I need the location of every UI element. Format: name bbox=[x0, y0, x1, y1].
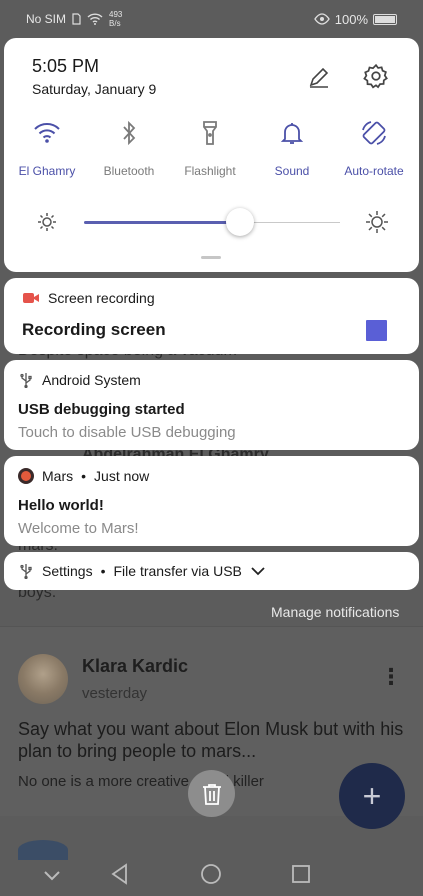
net-speed-value: 493 bbox=[109, 10, 123, 19]
video-camera-icon bbox=[23, 293, 39, 303]
usb-icon bbox=[20, 564, 32, 579]
notification-app-name: Android System bbox=[42, 372, 141, 388]
notification-title: Hello world! bbox=[18, 497, 104, 514]
bluetooth-icon bbox=[123, 120, 136, 146]
tile-label: Sound bbox=[274, 164, 310, 178]
battery-percent: 100% bbox=[334, 11, 368, 27]
wifi-icon bbox=[34, 123, 60, 143]
home-icon[interactable] bbox=[199, 862, 223, 886]
more-options-icon[interactable]: ⋮ bbox=[380, 664, 402, 690]
rotate-icon bbox=[362, 121, 386, 145]
notification-app-name: Screen recording bbox=[48, 290, 155, 306]
clock-date[interactable]: Saturday, January 9 bbox=[32, 81, 156, 97]
notification-title: Recording screen bbox=[22, 320, 166, 339]
sim-card-icon bbox=[72, 13, 81, 25]
notification-detail: File transfer via USB bbox=[113, 563, 242, 579]
gear-icon[interactable] bbox=[363, 63, 389, 89]
tile-bluetooth[interactable]: Bluetooth bbox=[89, 118, 169, 178]
notification-settings[interactable]: Settings • File transfer via USB bbox=[4, 552, 419, 590]
drag-handle[interactable] bbox=[201, 256, 221, 259]
plus-icon: + bbox=[362, 777, 382, 814]
notification-mars[interactable]: Mars • Just now Hello world! Welcome to … bbox=[4, 456, 419, 546]
notification-time: Just now bbox=[94, 468, 150, 484]
battery-icon bbox=[373, 13, 397, 25]
tile-wifi[interactable]: El Ghamry bbox=[7, 118, 87, 178]
manage-notifications-link[interactable]: Manage notifications bbox=[271, 604, 399, 620]
brightness-thumb[interactable] bbox=[226, 208, 255, 236]
clock-time[interactable]: 5:05 PM bbox=[32, 56, 99, 77]
tile-label: Auto-rotate bbox=[344, 164, 404, 178]
chevron-down-icon[interactable] bbox=[40, 863, 64, 887]
tile-flashlight[interactable]: Flashlight bbox=[170, 118, 250, 178]
net-speed-unit: B/s bbox=[109, 19, 121, 28]
avatar[interactable] bbox=[18, 654, 68, 704]
recents-icon[interactable] bbox=[289, 862, 313, 886]
notification-app-name: Mars bbox=[42, 468, 74, 484]
notification-text: Touch to disable USB debugging bbox=[18, 424, 236, 441]
notification-app-name: Settings bbox=[42, 563, 93, 579]
flashlight-icon bbox=[203, 121, 217, 145]
mars-app-icon bbox=[18, 468, 34, 484]
wifi-icon bbox=[87, 13, 103, 25]
brightness-high-icon bbox=[366, 211, 388, 233]
notification-android-system[interactable]: Android System USB debugging started Tou… bbox=[4, 360, 419, 450]
post-time: vesterday bbox=[82, 685, 148, 702]
brightness-low-icon bbox=[38, 213, 56, 231]
separator-dot: • bbox=[81, 468, 87, 484]
back-icon[interactable] bbox=[108, 862, 132, 886]
chevron-down-icon[interactable] bbox=[250, 566, 266, 576]
usb-icon bbox=[20, 373, 32, 388]
tile-label: El Ghamry bbox=[18, 164, 76, 178]
notification-title: USB debugging started bbox=[18, 401, 185, 418]
post-text: Say what you want about Elon Musk but wi… bbox=[18, 719, 404, 761]
add-post-button[interactable]: + bbox=[339, 763, 405, 829]
notification-screen-recording[interactable]: Screen recording Recording screen bbox=[4, 278, 419, 354]
trash-button[interactable] bbox=[188, 770, 235, 817]
status-bar: No SIM 493 B/s 100% bbox=[0, 0, 423, 38]
trash-icon bbox=[202, 783, 221, 805]
sim-status: No SIM bbox=[26, 12, 67, 26]
edit-pencil-icon[interactable] bbox=[307, 65, 331, 89]
quick-settings-panel: 5:05 PM Saturday, January 9 El Ghamry Bl… bbox=[4, 38, 419, 272]
eye-comfort-icon bbox=[313, 13, 330, 25]
tile-auto-rotate[interactable]: Auto-rotate bbox=[334, 118, 414, 178]
brightness-track-fill bbox=[84, 221, 241, 224]
post-author[interactable]: Klara Kardic bbox=[82, 656, 188, 677]
brightness-track bbox=[240, 222, 340, 223]
brightness-slider[interactable] bbox=[34, 208, 394, 238]
tile-label: Flashlight bbox=[184, 164, 236, 178]
stop-recording-button[interactable] bbox=[366, 320, 387, 341]
tile-sound[interactable]: Sound bbox=[252, 118, 332, 178]
notification-text: Welcome to Mars! bbox=[18, 520, 139, 537]
bell-icon bbox=[280, 123, 304, 144]
navigation-bar bbox=[0, 852, 423, 896]
separator-dot: • bbox=[100, 563, 106, 579]
tile-label: Bluetooth bbox=[103, 164, 155, 178]
